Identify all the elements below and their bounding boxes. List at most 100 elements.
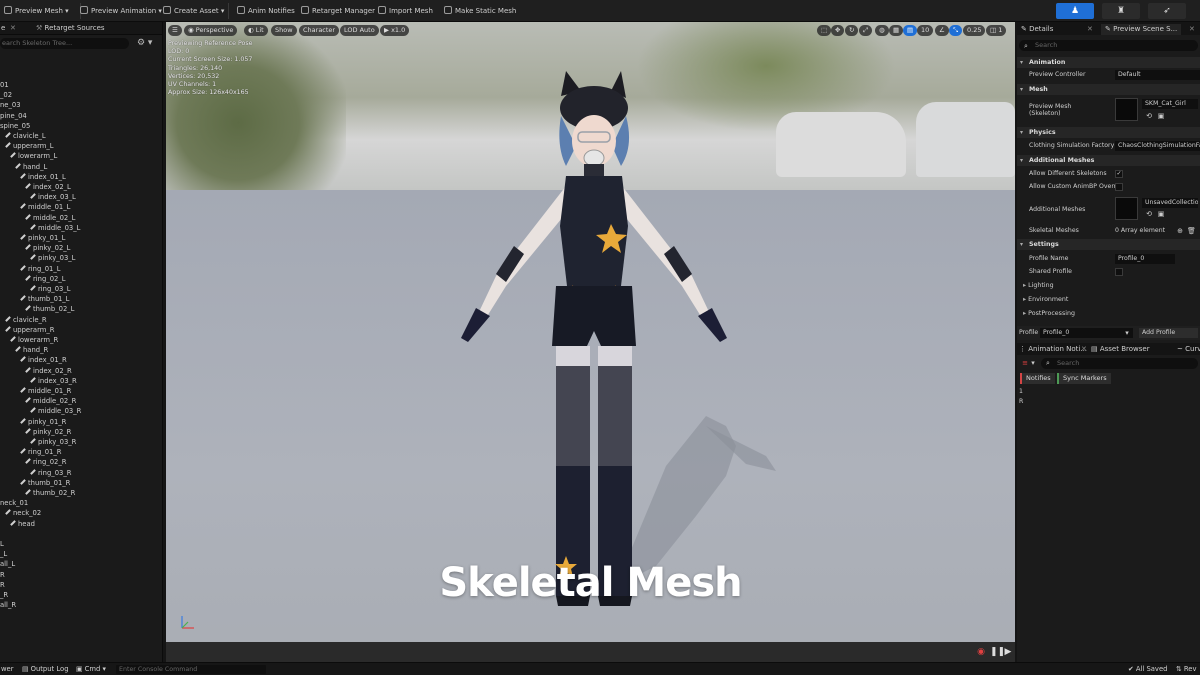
preview-mesh-menu[interactable]: Preview Mesh ▾ — [4, 4, 69, 18]
tab-animation-notifies[interactable]: ⋮ Animation Noti... — [1019, 344, 1087, 355]
bone-row[interactable]: clavicle_R — [5, 315, 47, 325]
preview-animation-menu[interactable]: Preview Animation ▾ — [80, 4, 162, 18]
bone-row[interactable]: ring_03_R — [30, 468, 71, 478]
bone-row[interactable]: index_01_L — [20, 172, 66, 182]
console-input[interactable]: Enter Console Command — [116, 665, 266, 674]
notifies-search-input[interactable]: Search — [1041, 358, 1198, 369]
animation-mode-button[interactable]: ➶ — [1148, 3, 1186, 19]
additional-meshes-picker[interactable]: UnsavedCollection — [1142, 198, 1198, 208]
bone-row[interactable]: pine_04 — [0, 111, 27, 121]
preview-controller-select[interactable]: Default — [1115, 70, 1200, 80]
bone-row[interactable]: index_03_R — [30, 376, 77, 386]
grid-snap-value[interactable]: 10 — [917, 25, 934, 36]
bone-row[interactable]: ne_03 — [0, 100, 21, 110]
skeleton-mode-button[interactable]: ♟ — [1056, 3, 1094, 19]
bone-row[interactable]: middle_03_L — [30, 223, 80, 233]
perspective-button[interactable]: ◉ Perspective — [184, 25, 238, 36]
bone-row[interactable]: ring_02_R — [25, 457, 66, 467]
bone-row[interactable]: index_02_R — [25, 366, 72, 376]
bone-row[interactable]: upperarm_R — [5, 325, 55, 335]
preview-mesh-picker[interactable]: SKM_Cat_Girl — [1142, 99, 1198, 109]
section-postprocessing[interactable]: PostProcessing — [1023, 310, 1075, 317]
select-tool-icon[interactable]: ⬚ — [817, 25, 832, 36]
scale-snap-value[interactable]: 0.25 — [963, 25, 986, 36]
sync-markers-track[interactable]: Sync Markers — [1057, 373, 1111, 384]
retarget-manager-button[interactable]: Retarget Manager — [301, 4, 375, 18]
tab-preview-scene[interactable]: ✎ Preview Scene S... — [1101, 24, 1182, 35]
bone-row[interactable]: upperarm_L — [5, 141, 54, 151]
viewport-menu-button[interactable]: ☰ — [168, 25, 182, 36]
notifies-track[interactable]: Notifies — [1020, 373, 1055, 384]
preview-viewport[interactable]: ☰ ◉ Perspective ◐ Lit Show Character LOD… — [166, 22, 1015, 662]
add-profile-button[interactable]: Add Profile — [1139, 328, 1198, 338]
bone-row[interactable]: _02 — [0, 90, 12, 100]
record-icon[interactable]: ◉ — [976, 647, 986, 657]
browse-icon[interactable]: ▣ — [1157, 210, 1165, 218]
lit-button[interactable]: ◐ Lit — [244, 25, 268, 36]
rotation-snap-icon[interactable]: ∠ — [935, 25, 949, 36]
rotate-tool-icon[interactable]: ↻ — [845, 25, 859, 36]
bone-row[interactable]: pinky_03_R — [30, 437, 76, 447]
bone-row[interactable]: head — [10, 519, 35, 529]
close-icon[interactable]: ✕ — [1087, 24, 1093, 35]
scale-tool-icon[interactable]: ⤢ — [859, 25, 873, 36]
bone-row[interactable]: pinky_01_R — [20, 417, 66, 427]
bone-row[interactable]: pinky_01_L — [20, 233, 65, 243]
bone-row[interactable]: hand_R — [15, 345, 48, 355]
shared-profile-checkbox[interactable] — [1115, 268, 1123, 276]
use-selected-icon[interactable]: ⟲ — [1145, 112, 1153, 120]
bone-row[interactable]: L — [0, 539, 4, 549]
close-icon[interactable]: ✕ — [1081, 344, 1087, 355]
browse-icon[interactable]: ▣ — [1157, 112, 1165, 120]
lod-button[interactable]: LOD Auto — [340, 25, 379, 36]
create-asset-menu[interactable]: Create Asset ▾ — [163, 4, 224, 18]
bone-row[interactable]: _R — [0, 590, 8, 600]
section-lighting[interactable]: Lighting — [1023, 282, 1053, 289]
bone-row[interactable]: spine_05 — [0, 121, 30, 131]
bone-row[interactable]: ring_01_L — [20, 264, 61, 274]
bone-row[interactable]: middle_03_R — [30, 406, 81, 416]
bone-row[interactable]: R — [0, 580, 5, 590]
section-settings[interactable]: Settings — [1017, 239, 1200, 250]
bone-row[interactable]: lowerarm_R — [10, 335, 58, 345]
scale-snap-icon[interactable]: ⤡ — [949, 25, 963, 36]
bone-row[interactable]: ring_02_L — [25, 274, 66, 284]
play-forward-icon[interactable]: ▶ — [1003, 647, 1013, 657]
bone-row[interactable]: pinky_02_R — [25, 427, 71, 437]
tab-skeleton-tree[interactable]: e — [1, 24, 5, 32]
import-mesh-button[interactable]: Import Mesh — [378, 4, 433, 18]
bone-row[interactable]: pinky_03_L — [30, 253, 75, 263]
tab-curves[interactable]: ~ Curve — [1177, 344, 1200, 355]
tab-asset-browser[interactable]: ▤ Asset Browser — [1091, 344, 1150, 355]
camera-speed-icon[interactable]: ◫ 1 — [986, 25, 1007, 36]
bone-row[interactable]: middle_01_R — [20, 386, 71, 396]
bone-row[interactable]: thumb_02_L — [25, 304, 74, 314]
bone-row[interactable]: index_01_R — [20, 355, 67, 365]
bone-row[interactable]: all_L — [0, 559, 15, 569]
bone-row[interactable]: middle_01_L — [20, 202, 70, 212]
show-button[interactable]: Show — [271, 25, 297, 36]
cmd-button[interactable]: ▣ Cmd ▾ — [76, 665, 106, 674]
content-drawer-button[interactable]: wer — [1, 665, 14, 674]
bone-row[interactable]: ring_01_R — [20, 447, 61, 457]
use-selected-icon[interactable]: ⟲ — [1145, 210, 1153, 218]
bone-row[interactable]: middle_02_L — [25, 213, 75, 223]
bone-row[interactable]: thumb_01_L — [20, 294, 69, 304]
pause-icon[interactable]: ❚❚ — [990, 647, 1005, 657]
bone-row[interactable]: lowerarm_L — [10, 151, 57, 161]
grid-snap-icon[interactable]: ▤ — [903, 25, 918, 36]
bone-row[interactable]: hand_L — [15, 162, 47, 172]
bone-row[interactable]: all_R — [0, 600, 16, 610]
profile-name-input[interactable]: Profile_0 — [1115, 254, 1175, 264]
allow-different-skeletons-checkbox[interactable]: ✓ — [1115, 170, 1123, 178]
bone-row[interactable]: clavicle_L — [5, 131, 46, 141]
close-icon[interactable]: ✕ — [10, 24, 16, 32]
close-icon[interactable]: ✕ — [1189, 24, 1195, 35]
gear-icon[interactable]: ⚙ ▾ — [137, 38, 155, 49]
world-space-icon[interactable]: ◍ — [875, 25, 889, 36]
section-animation[interactable]: Animation — [1017, 57, 1200, 68]
filter-icon[interactable]: ≡ — [1021, 359, 1029, 367]
bone-row[interactable]: index_02_L — [25, 182, 71, 192]
output-log-button[interactable]: ▤ Output Log — [22, 665, 69, 674]
chevron-down-icon[interactable]: ▾ — [1029, 359, 1037, 367]
